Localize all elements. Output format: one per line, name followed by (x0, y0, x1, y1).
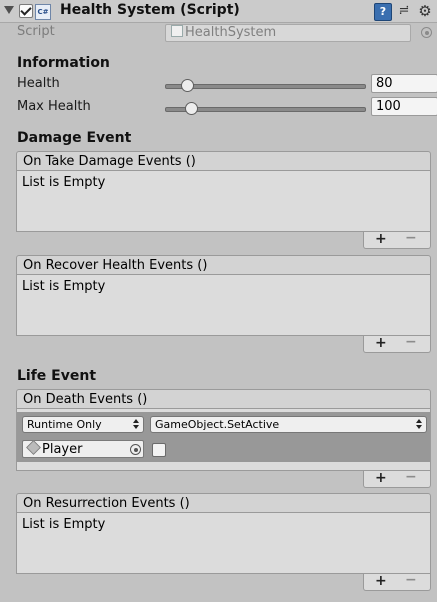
resurrection-add-button[interactable]: + (375, 573, 387, 589)
component-title: Health System (Script) (60, 2, 240, 18)
health-slider-thumb[interactable] (180, 79, 194, 92)
death-events-title: On Death Events () (23, 392, 148, 407)
dropdown-arrows-icon (416, 419, 422, 429)
gameobject-icon (26, 440, 41, 455)
presets-icon[interactable]: ≓ (397, 3, 411, 19)
function-dropdown[interactable]: GameObject.SetActive (150, 416, 427, 433)
take-damage-add-button[interactable]: + (375, 231, 387, 247)
runtime-dropdown-value: Runtime Only (27, 418, 102, 431)
information-heading: Information (17, 55, 110, 71)
take-damage-events-list: List is Empty (16, 171, 431, 232)
resurrection-events-header: On Resurrection Events () (16, 493, 431, 513)
recover-health-events-title: On Recover Health Events () (23, 258, 208, 273)
health-field[interactable]: 80 (371, 74, 437, 93)
health-slider-track[interactable] (165, 84, 366, 89)
help-icon[interactable]: ? (374, 3, 392, 21)
function-dropdown-value: GameObject.SetActive (155, 418, 280, 431)
recover-health-list-controls: + − (363, 334, 431, 353)
recover-health-events-header: On Recover Health Events () (16, 255, 431, 275)
script-icon: C# (35, 4, 51, 20)
script-label: Script (17, 24, 55, 39)
resurrection-empty-text: List is Empty (22, 517, 106, 532)
death-list-controls: + − (363, 469, 431, 488)
runtime-dropdown[interactable]: Runtime Only (22, 416, 144, 433)
death-add-button[interactable]: + (375, 470, 387, 486)
recover-health-events-list: List is Empty (16, 275, 431, 336)
gear-icon[interactable]: ⚙ (417, 2, 433, 20)
resurrection-events-list: List is Empty (16, 513, 431, 574)
take-damage-remove-button[interactable]: − (405, 230, 417, 246)
max-health-label: Max Health (17, 99, 91, 114)
take-damage-events-header: On Take Damage Events () (16, 151, 431, 171)
take-damage-events-title: On Take Damage Events () (23, 154, 196, 169)
take-damage-empty-text: List is Empty (22, 175, 106, 190)
max-health-slider-thumb[interactable] (184, 102, 198, 115)
resurrection-events-title: On Resurrection Events () (23, 496, 190, 511)
life-event-heading: Life Event (17, 368, 97, 384)
damage-event-heading: Damage Event (17, 130, 132, 146)
script-file-icon (171, 25, 183, 37)
script-object-picker-icon (421, 27, 432, 38)
health-label: Health (17, 76, 60, 91)
target-object-field[interactable]: Player (22, 440, 144, 458)
resurrection-list-controls: + − (363, 572, 431, 591)
resurrection-remove-button[interactable]: − (405, 572, 417, 588)
target-object-picker-icon[interactable] (130, 444, 141, 455)
script-field-value: HealthSystem (185, 25, 277, 40)
death-remove-button[interactable]: − (405, 469, 417, 485)
target-object-value: Player (42, 442, 83, 457)
dropdown-arrows-icon (133, 419, 139, 429)
setactive-bool-checkbox[interactable] (152, 443, 166, 457)
foldout-arrow-icon[interactable] (4, 6, 14, 14)
death-events-header: On Death Events () (16, 389, 431, 409)
recover-health-empty-text: List is Empty (22, 279, 106, 294)
recover-health-add-button[interactable]: + (375, 335, 387, 351)
take-damage-list-controls: + − (363, 230, 431, 249)
recover-health-remove-button[interactable]: − (405, 334, 417, 350)
max-health-field[interactable]: 100 (371, 97, 437, 116)
component-enabled-checkbox[interactable] (19, 4, 33, 18)
script-field: HealthSystem (165, 24, 411, 42)
